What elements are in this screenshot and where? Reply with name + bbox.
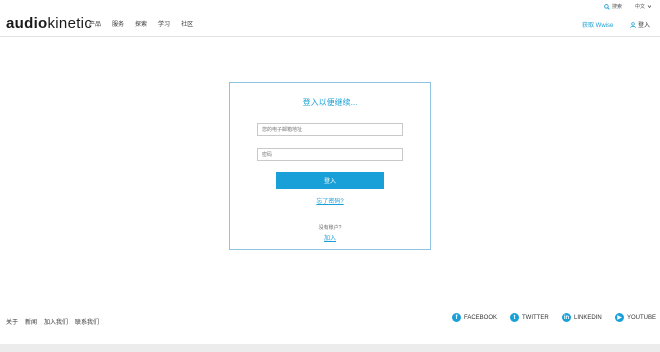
search-link[interactable]: 搜索: [604, 3, 622, 10]
footer-link-news[interactable]: 新闻: [25, 317, 37, 326]
social-label: YOUTUBE: [627, 314, 657, 321]
nav-item-products[interactable]: 产品: [89, 19, 101, 28]
search-icon: [604, 3, 610, 10]
top-bar: audiokinetic 产品 服务 探索 学习 社区 搜索 中文 获取 Wwi…: [0, 0, 660, 37]
logo-thin-text: kinetic: [47, 15, 93, 32]
no-account-text: 没有账户?: [318, 225, 342, 231]
facebook-icon: f: [452, 313, 461, 322]
footer-links: 关于 新闻 加入我们 联系我们: [6, 317, 99, 326]
nav-item-community[interactable]: 社区: [181, 19, 193, 28]
forgot-password-link[interactable]: 忘了密码?: [230, 196, 430, 205]
nav-item-learn[interactable]: 学习: [158, 19, 170, 28]
twitter-icon: t: [510, 313, 519, 322]
language-label: 中文: [635, 4, 646, 10]
youtube-icon: ▶: [615, 313, 624, 322]
nav-item-explore[interactable]: 探索: [135, 19, 147, 28]
header-login-label: 登入: [638, 23, 651, 29]
social-label: LINKEDIN: [574, 314, 602, 321]
user-icon: [630, 21, 636, 28]
password-field[interactable]: [257, 148, 403, 161]
footer-link-careers[interactable]: 加入我们: [44, 317, 68, 326]
social-linkedin[interactable]: in LINKEDIN: [562, 313, 602, 322]
social-youtube[interactable]: ▶ YOUTUBE: [615, 313, 656, 322]
language-selector[interactable]: 中文: [635, 3, 652, 10]
social-twitter[interactable]: t TWITTER: [510, 313, 549, 322]
social-label: TWITTER: [522, 314, 549, 321]
audiokinetic-logo[interactable]: audiokinetic: [6, 15, 92, 32]
footer-link-contact[interactable]: 联系我们: [75, 317, 99, 326]
login-button[interactable]: 登入: [276, 172, 384, 189]
social-facebook[interactable]: f FACEBOOK: [452, 313, 497, 322]
logo-bold-text: audio: [6, 15, 48, 32]
header-login-link[interactable]: 登入: [630, 20, 650, 29]
main-nav: 产品 服务 探索 学习 社区: [89, 19, 193, 28]
login-card: 登入以便继续... 登入 忘了密码? 没有账户? 加入: [229, 82, 431, 250]
linkedin-icon: in: [562, 313, 571, 322]
login-title: 登入以便继续...: [302, 98, 358, 107]
email-field[interactable]: [257, 123, 403, 136]
nav-item-services[interactable]: 服务: [112, 19, 124, 28]
search-label: 搜索: [612, 4, 623, 10]
footer-link-about[interactable]: 关于: [6, 317, 18, 326]
social-label: FACEBOOK: [464, 314, 498, 321]
chevron-down-icon: [647, 5, 652, 9]
footer-band: [0, 344, 660, 352]
join-link[interactable]: 加入: [230, 233, 430, 242]
get-wwise-link[interactable]: 获取 Wwise: [582, 20, 613, 29]
